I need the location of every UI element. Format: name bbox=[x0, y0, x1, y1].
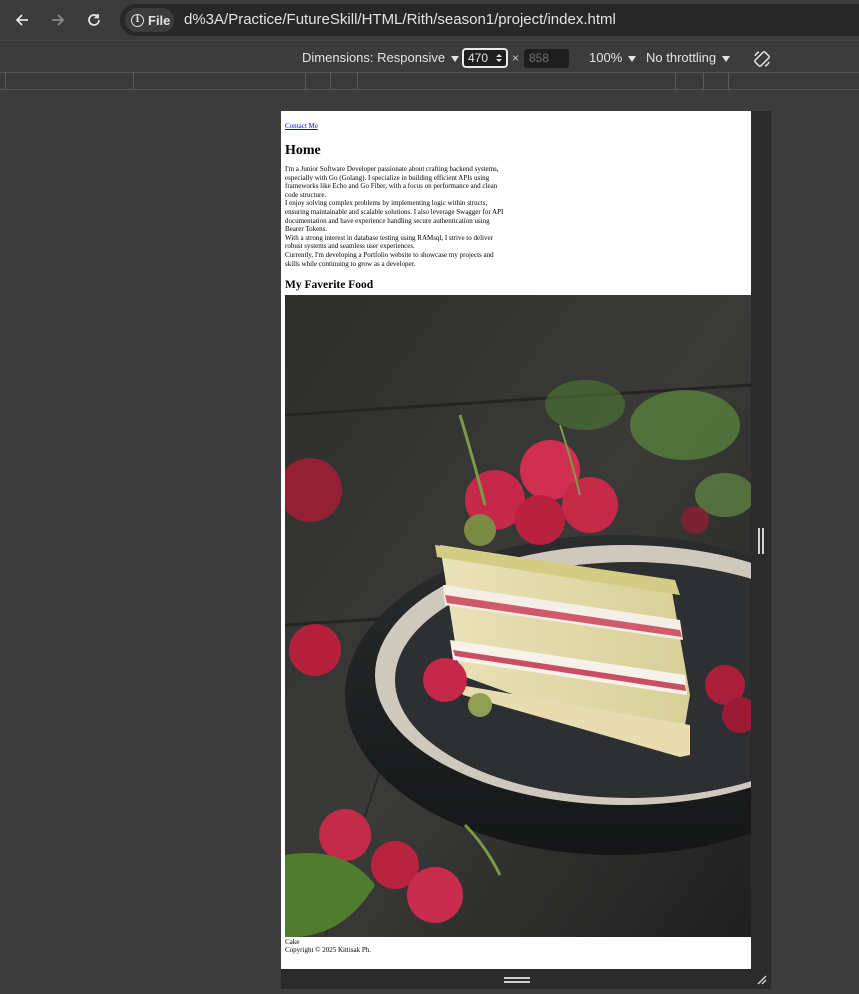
rotate-icon[interactable] bbox=[752, 49, 772, 69]
image-caption: Cake bbox=[285, 938, 300, 947]
media-query-bar[interactable] bbox=[0, 72, 859, 90]
back-arrow-icon[interactable] bbox=[11, 9, 33, 31]
dimensions-dropdown[interactable]: Dimensions: Responsive bbox=[302, 50, 460, 65]
emulated-viewport: Contact Me Home I'm a Junior Software De… bbox=[281, 111, 751, 969]
reload-icon[interactable] bbox=[83, 9, 105, 31]
site-info-label: File bbox=[148, 12, 171, 28]
chevron-down-icon bbox=[722, 55, 731, 62]
zoom-dropdown[interactable]: 100% bbox=[589, 50, 637, 65]
about-text: I'm a Junior Software Developer passiona… bbox=[285, 165, 509, 268]
cake-image bbox=[285, 295, 751, 938]
url-text[interactable]: d%3A/Practice/FutureSkill/HTML/Rith/seas… bbox=[184, 11, 616, 28]
about-paragraph: Currently, I'm developing a Portfolio we… bbox=[285, 250, 494, 268]
chevron-down-icon bbox=[628, 55, 637, 62]
width-input[interactable]: 470 bbox=[462, 48, 508, 68]
zoom-label: 100% bbox=[589, 50, 623, 65]
bottom-resize-handle[interactable] bbox=[504, 977, 530, 983]
throttling-dropdown[interactable]: No throttling bbox=[646, 50, 731, 65]
right-resize-handle[interactable] bbox=[758, 528, 764, 554]
site-info-chip[interactable]: i File bbox=[125, 8, 174, 32]
copyright-footer: Copyright © 2025 Kittisak Ph. bbox=[285, 946, 372, 955]
device-toolbar: Dimensions: Responsive 470 × 858 100% No… bbox=[0, 40, 859, 72]
width-value: 470 bbox=[468, 51, 489, 65]
home-heading: Home bbox=[285, 143, 321, 158]
throttling-label: No throttling bbox=[646, 50, 717, 65]
food-heading: My Faverite Food bbox=[285, 279, 374, 292]
height-input[interactable]: 858 bbox=[524, 49, 569, 68]
dimension-separator: × bbox=[512, 51, 520, 65]
chevron-down-icon bbox=[451, 55, 460, 62]
about-paragraph: With a strong interest in database testi… bbox=[285, 233, 493, 251]
dimensions-label: Dimensions: Responsive bbox=[302, 50, 446, 65]
spinner-icon[interactable] bbox=[495, 52, 503, 64]
info-icon: i bbox=[131, 13, 144, 27]
about-paragraph: I enjoy solving complex problems by impl… bbox=[285, 199, 504, 234]
corner-resize-icon[interactable] bbox=[755, 973, 767, 985]
browser-toolbar: i File d%3A/Practice/FutureSkill/HTML/Ri… bbox=[0, 0, 859, 40]
contact-me-link[interactable]: Contact Me bbox=[285, 122, 318, 130]
about-paragraph: I'm a Junior Software Developer passiona… bbox=[285, 165, 499, 199]
forward-arrow-icon[interactable] bbox=[47, 9, 69, 31]
